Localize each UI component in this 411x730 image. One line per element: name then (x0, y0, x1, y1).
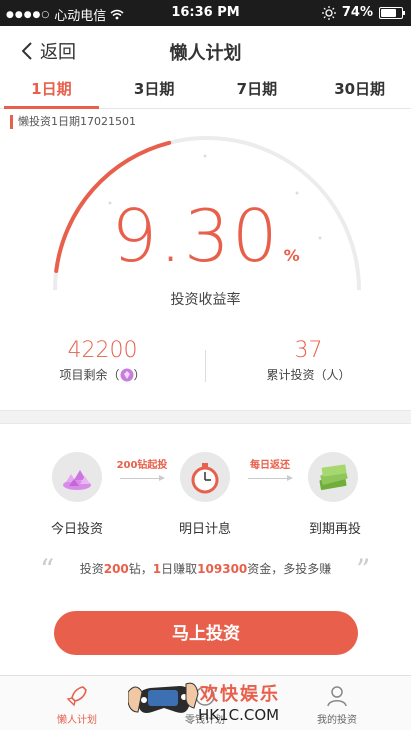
diamond-icon (120, 368, 133, 382)
promo-earn: 109300 (197, 562, 248, 576)
product-name: 懒投资1日期17021501 (10, 115, 136, 129)
rocket-icon (66, 686, 87, 707)
daily-return-tag: 每日返还 (250, 460, 290, 471)
rate-value: 9.30 (111, 194, 280, 278)
stat-remaining: 42200 项目剩余（ ） (0, 338, 205, 383)
user-icon (327, 686, 347, 707)
step-tomorrow-interest: 明日计息 (178, 522, 231, 537)
promo-part: 投资 (79, 562, 104, 576)
remaining-value: 42200 (67, 338, 138, 363)
watermark-url: HK1C.COM (198, 706, 280, 724)
battery-icon (379, 6, 405, 19)
promo-part: 资金，多投多赚 (247, 562, 332, 576)
remaining-label-end: ） (133, 368, 146, 382)
step-arrow (248, 475, 293, 481)
promo-part: 钻， (128, 562, 153, 576)
page-title: 懒人计划 (169, 43, 242, 64)
tab-7-day[interactable]: 7日期 (206, 74, 309, 108)
brightness-icon (321, 5, 336, 20)
promo-amount: 200 (103, 562, 129, 576)
bottom-nav-label: 懒人计划 (57, 715, 97, 726)
remaining-label: 项目剩余（ ） (0, 366, 205, 383)
watermark-text: 欢快娱乐 (200, 684, 280, 705)
gauge-dot (203, 154, 207, 158)
bottom-nav-label: 我的投资 (317, 715, 357, 726)
section-gap (0, 410, 411, 424)
nav-bar: 返回 懒人计划 (0, 26, 411, 74)
investors-label: 累计投资（人） (266, 368, 351, 382)
stats-divider (205, 350, 206, 382)
period-tabs: 1日期 3日期 7日期 30日期 (0, 74, 411, 109)
tab-30-day[interactable]: 30日期 (308, 74, 411, 108)
battery-percent: 74% (341, 5, 373, 20)
cash-stack-icon (308, 452, 358, 502)
promo-days: 1 (152, 562, 162, 576)
rate-label: 投资收益率 (170, 292, 241, 308)
diamond-pile-icon (52, 452, 102, 502)
remaining-label-text: 项目剩余（ (59, 368, 120, 382)
rate-display: 9.30% (0, 194, 411, 278)
rate-unit: % (283, 246, 300, 265)
bottom-nav-my-invest[interactable]: 我的投资 (287, 684, 387, 726)
invest-now-button[interactable]: 马上投资 (54, 611, 358, 655)
stopwatch-icon (180, 452, 230, 502)
min-invest-tag: 200钻起投 (116, 460, 168, 471)
status-bar: ●●●●○ 心动电信 16:36 PM 74% (0, 0, 411, 26)
step-reinvest: 到期再投 (308, 522, 361, 537)
stat-investors: 37 累计投资（人） (206, 338, 411, 383)
step-arrow (120, 475, 165, 481)
step-today-invest: 今日投资 (50, 522, 103, 537)
investors-value: 37 (294, 338, 323, 363)
invest-steps: 200钻起投 每日返还 今日投资 明日计息 到期再投 (0, 452, 411, 542)
promo-text: 投资200钻，1日赚取109300资金，多投多赚 (0, 560, 411, 577)
tab-3-day[interactable]: 3日期 (103, 74, 206, 108)
bottom-nav-lazy-plan[interactable]: 懒人计划 (27, 684, 127, 726)
promo-part: 日赚取 (161, 562, 198, 576)
tab-1-day[interactable]: 1日期 (0, 74, 103, 109)
